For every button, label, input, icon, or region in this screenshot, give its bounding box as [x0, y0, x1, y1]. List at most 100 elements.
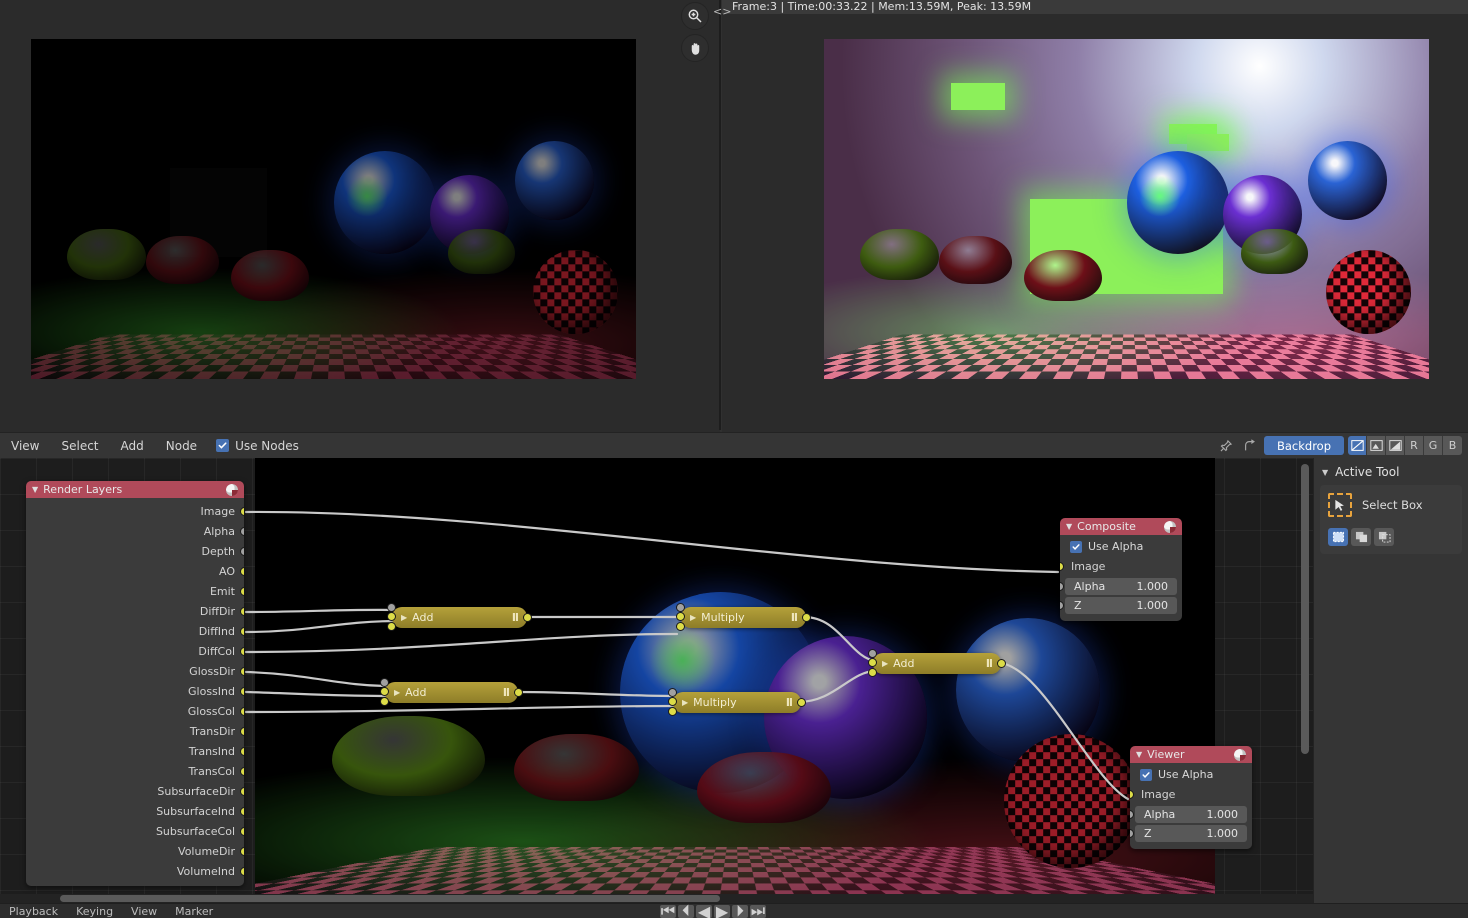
render-layers-output-glosscol[interactable]: GlossCol: [26, 701, 244, 721]
socket-mul1-out[interactable]: [802, 613, 811, 622]
menu-select[interactable]: Select: [50, 433, 109, 459]
render-layers-output-glossind[interactable]: GlossInd: [26, 681, 244, 701]
socket-add2-out[interactable]: [514, 688, 523, 697]
green-channel-icon[interactable]: G: [1424, 436, 1443, 455]
socket-ao[interactable]: [240, 566, 244, 576]
socket-viewer-image[interactable]: [1130, 789, 1134, 799]
render-layers-output-image[interactable]: Image: [26, 501, 244, 521]
checkbox-checked-icon[interactable]: [1070, 540, 1082, 553]
socket-volumeind[interactable]: [240, 866, 244, 876]
render-layers-output-diffind[interactable]: DiffInd: [26, 621, 244, 641]
expand-triangle-icon[interactable]: ▶: [401, 613, 407, 622]
input-value[interactable]: 1.000: [1207, 827, 1239, 840]
menu-view[interactable]: View: [0, 433, 50, 459]
image-editor-right[interactable]: [722, 0, 1468, 432]
node-mute-indicator[interactable]: II: [986, 657, 993, 670]
select-extend-mode-button[interactable]: [1351, 528, 1371, 546]
alpha-channel-icon[interactable]: [1367, 436, 1386, 455]
node-editor-horizontal-scrollbar-track[interactable]: [0, 894, 1313, 903]
timeline-menu-playback[interactable]: Playback: [0, 905, 67, 918]
socket-depth[interactable]: [240, 546, 244, 556]
node-mute-indicator[interactable]: II: [512, 611, 519, 624]
socket-composite-z[interactable]: [1060, 601, 1064, 610]
socket-viewer-z[interactable]: [1130, 829, 1134, 838]
render-layers-output-subsurfacedir[interactable]: SubsurfaceDir: [26, 781, 244, 801]
jump-to-end-button[interactable]: ⏭: [750, 901, 766, 918]
socket-mul2-top-in[interactable]: [668, 688, 677, 697]
zoom-in-icon[interactable]: [681, 2, 709, 30]
socket-diffcol[interactable]: [240, 646, 244, 656]
input-value[interactable]: 1.000: [1207, 808, 1239, 821]
node-composite[interactable]: ▼ Composite Use Alpha Image Alpha 1.000 …: [1060, 518, 1182, 621]
socket-add1-in-2[interactable]: [387, 622, 396, 631]
socket-mul1-top-in[interactable]: [676, 603, 685, 612]
socket-composite-image[interactable]: [1060, 561, 1064, 571]
node-multiply-2[interactable]: ▶ Multiply II: [668, 688, 806, 716]
viewer-input-z[interactable]: Z 1.000: [1130, 825, 1247, 842]
socket-transcol[interactable]: [240, 766, 244, 776]
collapse-triangle-icon[interactable]: ▼: [1322, 468, 1328, 477]
socket-add3-in-1[interactable]: [868, 658, 877, 667]
play-button[interactable]: ▶: [714, 902, 730, 918]
socket-add3-out[interactable]: [997, 659, 1006, 668]
socket-add3-top-in[interactable]: [868, 649, 877, 658]
render-layers-output-ao[interactable]: AO: [26, 561, 244, 581]
socket-add3-in-2[interactable]: [868, 668, 877, 677]
jump-prev-keyframe-button[interactable]: ⏴: [678, 901, 694, 918]
timeline-menu-marker[interactable]: Marker: [166, 905, 222, 918]
timeline-menu-view[interactable]: View: [122, 905, 166, 918]
render-preview-dark[interactable]: [31, 39, 636, 379]
socket-image[interactable]: [240, 506, 244, 516]
red-channel-icon[interactable]: R: [1405, 436, 1424, 455]
active-tool-panel-header[interactable]: ▼ Active Tool: [1314, 458, 1468, 483]
input-value[interactable]: 1.000: [1137, 580, 1169, 593]
blue-channel-icon[interactable]: B: [1443, 436, 1462, 455]
node-editor-horizontal-scrollbar[interactable]: [60, 895, 720, 902]
viewer-input-image[interactable]: Image: [1130, 784, 1252, 804]
render-layers-output-diffcol[interactable]: DiffCol: [26, 641, 244, 661]
node-multiply-1[interactable]: ▶ Multiply II: [676, 603, 811, 631]
render-layers-output-subsurfacecol[interactable]: SubsurfaceCol: [26, 821, 244, 841]
render-layers-output-alpha[interactable]: Alpha: [26, 521, 244, 541]
jump-next-keyframe-button[interactable]: ⏵: [732, 901, 748, 918]
node-mute-indicator[interactable]: II: [503, 686, 510, 699]
select-box-cursor-icon[interactable]: [1328, 493, 1352, 517]
composite-use-alpha-toggle[interactable]: Use Alpha: [1060, 538, 1182, 556]
node-viewer[interactable]: ▼ Viewer Use Alpha Image Alpha 1.000 Z 1…: [1130, 746, 1252, 849]
socket-transdir[interactable]: [240, 726, 244, 736]
socket-mul2-out[interactable]: [797, 698, 806, 707]
render-layers-output-volumedir[interactable]: VolumeDir: [26, 841, 244, 861]
render-layers-output-volumeind[interactable]: VolumeInd: [26, 861, 244, 881]
render-preview-lit[interactable]: [824, 39, 1429, 379]
image-channel-icon[interactable]: [1348, 436, 1367, 455]
expand-triangle-icon[interactable]: ▶: [394, 688, 400, 697]
render-layers-output-transind[interactable]: TransInd: [26, 741, 244, 761]
socket-subsurfacedir[interactable]: [240, 786, 244, 796]
z-depth-channel-icon[interactable]: [1386, 436, 1405, 455]
play-reverse-button[interactable]: ◀: [696, 902, 712, 918]
composite-input-alpha[interactable]: Alpha 1.000: [1060, 578, 1177, 595]
select-set-mode-button[interactable]: [1328, 528, 1348, 546]
viewer-use-alpha-toggle[interactable]: Use Alpha: [1130, 766, 1252, 784]
select-subtract-mode-button[interactable]: [1374, 528, 1394, 546]
node-add-2[interactable]: ▶ Add II: [380, 678, 523, 706]
composite-input-image[interactable]: Image: [1060, 556, 1182, 576]
socket-glossind[interactable]: [240, 686, 244, 696]
collapse-triangle-icon[interactable]: ▼: [1066, 522, 1072, 531]
use-nodes-toggle[interactable]: Use Nodes: [216, 439, 299, 453]
socket-add1-top-in[interactable]: [387, 603, 396, 612]
pin-icon[interactable]: [1216, 436, 1236, 456]
socket-alpha[interactable]: [240, 526, 244, 536]
socket-add2-top-in[interactable]: [380, 678, 389, 687]
area-splitter-vertical[interactable]: [719, 0, 721, 430]
socket-mul1-in-2[interactable]: [676, 622, 685, 631]
render-layers-output-subsurfaceind[interactable]: SubsurfaceInd: [26, 801, 244, 821]
node-header-composite[interactable]: ▼ Composite: [1060, 518, 1182, 535]
socket-add2-in-1[interactable]: [380, 687, 389, 696]
node-header-viewer[interactable]: ▼ Viewer: [1130, 746, 1252, 763]
render-layers-output-transdir[interactable]: TransDir: [26, 721, 244, 741]
node-add-3[interactable]: ▶ Add II: [868, 649, 1006, 677]
socket-add1-in-1[interactable]: [387, 612, 396, 621]
active-tool-row[interactable]: Select Box: [1328, 493, 1454, 517]
node-header-render-layers[interactable]: ▼ Render Layers: [26, 481, 244, 498]
